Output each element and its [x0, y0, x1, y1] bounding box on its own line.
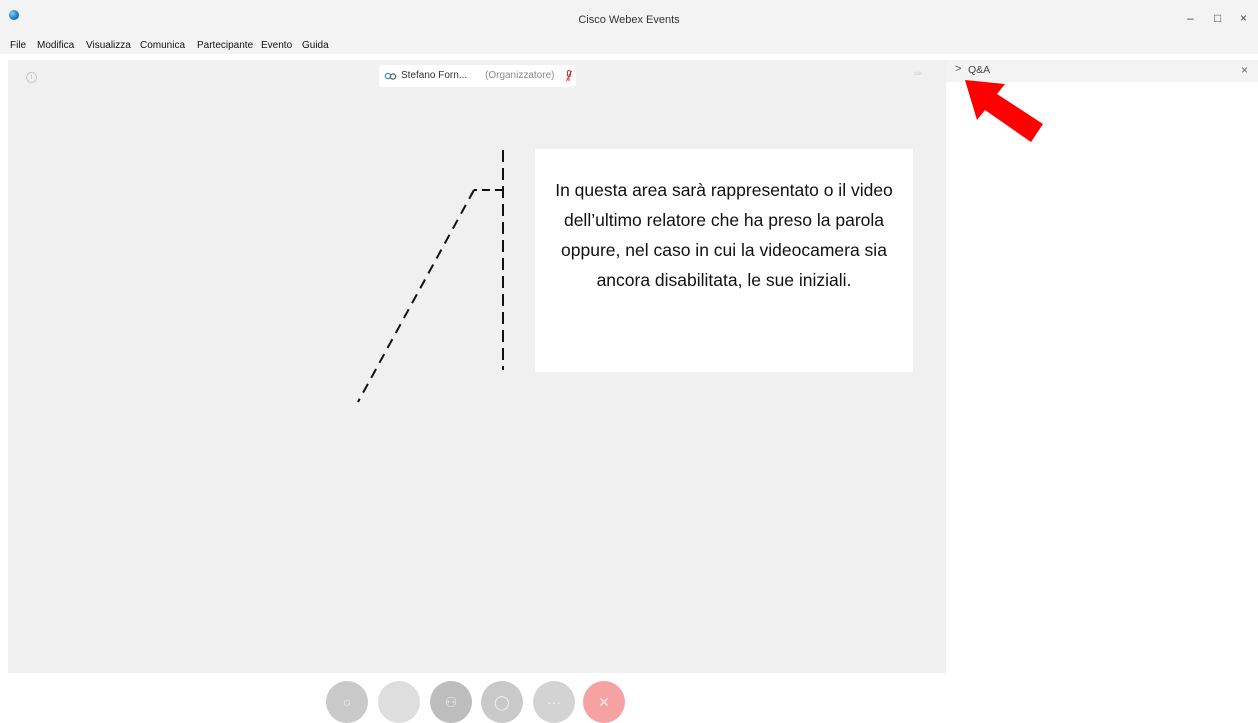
annotation-text: In questa area sarà rappresentato o il v… [555, 180, 893, 290]
people-icon [384, 72, 397, 80]
info-icon[interactable] [26, 72, 37, 83]
menu-comunica[interactable]: Comunica [140, 40, 185, 51]
qa-panel-title: Q&A [968, 64, 991, 76]
window-title: Cisco Webex Events [578, 14, 680, 26]
qa-panel-header[interactable]: > Q&A × [946, 60, 1258, 82]
minimize-button[interactable]: – [1187, 11, 1194, 25]
menu-bar: File Modifica Visualizza Comunica Partec… [0, 38, 1258, 54]
annotation-callout: In questa area sarà rappresentato o il v… [535, 149, 913, 372]
menu-guida[interactable]: Guida [302, 40, 329, 51]
red-pointer-arrow-icon [965, 80, 1043, 142]
leave-button[interactable]: ✕ [583, 681, 625, 723]
more-button[interactable]: ··· [533, 681, 575, 723]
maximize-button[interactable]: □ [1214, 11, 1221, 25]
participants-button[interactable]: ⚇ [430, 681, 472, 723]
menu-file[interactable]: File [10, 40, 26, 51]
camera-icon [378, 681, 420, 723]
video-button[interactable] [378, 681, 420, 723]
mute-button[interactable]: ○ [326, 681, 368, 723]
title-bar: Cisco Webex Events – □ × [0, 0, 1258, 38]
speaker-role: (Organizzatore) [485, 70, 555, 81]
close-icon: ✕ [598, 694, 610, 710]
close-window-button[interactable]: × [1240, 11, 1247, 25]
menu-evento[interactable]: Evento [261, 40, 292, 51]
microphone-icon: ○ [342, 694, 352, 710]
active-speaker-pill: Stefano Forn... (Organizzatore) [379, 65, 576, 87]
participants-icon: ⚇ [444, 694, 458, 710]
speaker-name: Stefano Forn... [401, 70, 468, 81]
chat-button[interactable]: ◯ [481, 681, 523, 723]
menu-partecipante[interactable]: Partecipante [197, 40, 253, 51]
menu-modifica[interactable]: Modifica [37, 40, 74, 51]
qa-panel: > Q&A × [946, 60, 1258, 673]
chevron-right-icon[interactable]: > [955, 63, 961, 75]
more-icon: ··· [547, 694, 561, 710]
menu-visualizza[interactable]: Visualizza [86, 40, 131, 51]
muted-microphone-icon [566, 70, 572, 82]
pin-icon[interactable]: ✑ [914, 70, 924, 80]
qa-panel-close-button[interactable]: × [1241, 63, 1248, 77]
chat-icon: ◯ [494, 694, 510, 710]
